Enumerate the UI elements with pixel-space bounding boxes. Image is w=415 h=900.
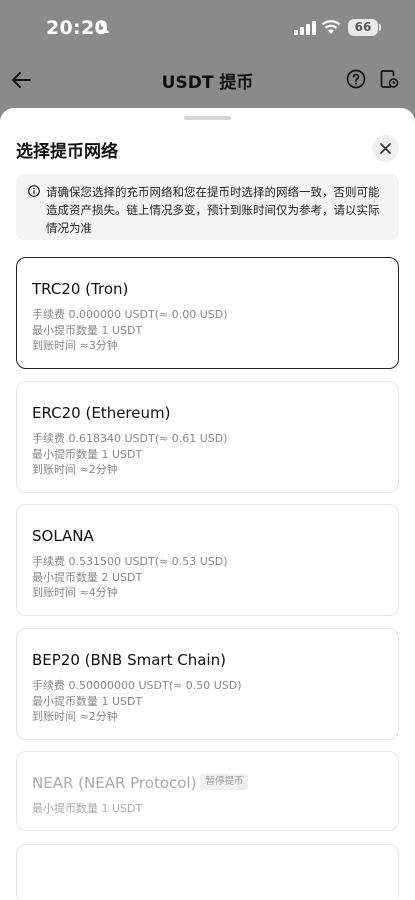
battery-indicator: 66 [348,19,378,36]
network-eta: 到账时间 ≈2分钟 [32,710,118,723]
sheet-title: 选择提币网络 [16,142,118,162]
status-bar: 20:20 66 [0,0,415,56]
network-option-erc20[interactable]: ERC20 (Ethereum) 手续费 0.618340 USDT(≈ 0.6… [16,381,399,493]
person-icon [98,21,109,33]
network-fee: 手续费 0.531500 USDT(≈ 0.53 USD) [32,555,228,568]
network-name: BEP20 (BNB Smart Chain) [32,651,226,669]
network-name: NEAR (NEAR Protocol) 暂停提币 [32,771,398,795]
network-fee: 手续费 0.618340 USDT(≈ 0.61 USD) [32,432,228,445]
network-fee: 手续费 0.000000 USDT(≈ 0.00 USD) [32,308,228,321]
network-option-partial[interactable] [16,844,399,900]
close-icon [380,143,391,154]
network-option-bep20[interactable]: BEP20 (BNB Smart Chain) 手续费 0.50000000 U… [16,628,399,740]
network-min-withdrawal: 最小提币数量 2 USDT [32,570,143,584]
network-name: ERC20 (Ethereum) [32,404,171,422]
network-option-trc20[interactable]: TRC20 (Tron) 手续费 0.000000 USDT(≈ 0.00 US… [16,257,399,369]
wifi-icon [321,20,341,34]
network-fee: 手续费 0.50000000 USDT(≈ 0.50 USD) [32,679,242,692]
info-icon [28,185,40,197]
network-select-sheet: 选择提币网络 请确保您选择的充币网络和您在提币时选择的网络一致，否则可能造成资产… [0,108,415,900]
question-icon[interactable] [346,69,366,89]
network-min-withdrawal: 最小提币数量 1 USDT [32,447,143,461]
history-icon[interactable] [379,69,399,89]
network-min-withdrawal: 最小提币数量 1 USDT [32,802,143,815]
network-name-text: NEAR (NEAR Protocol) [32,774,197,792]
nav-bar: USDT 提币 [0,56,415,106]
notice-box: 请确保您选择的充币网络和您在提币时选择的网络一致，否则可能造成资产损失。链上情况… [16,174,399,240]
network-eta: 到账时间 ≈3分钟 [32,339,118,352]
network-min-withdrawal: 最小提币数量 1 USDT [32,694,143,708]
close-button[interactable] [372,135,399,162]
network-min-withdrawal: 最小提币数量 1 USDT [32,323,143,337]
network-eta: 到账时间 ≈2分钟 [32,463,118,476]
notice-text: 请确保您选择的充币网络和您在提币时选择的网络一致，否则可能造成资产损失。链上情况… [46,185,380,235]
network-name: TRC20 (Tron) [32,280,129,298]
network-name: SOLANA [32,527,94,545]
battery-nub [379,24,381,31]
network-eta: 到账时间 ≈4分钟 [32,586,118,599]
drag-handle[interactable] [184,116,231,120]
suspended-badge: 暂停提币 [200,773,249,790]
network-option-near: NEAR (NEAR Protocol) 暂停提币 最小提币数量 1 USDT [16,751,399,831]
network-option-solana[interactable]: SOLANA 手续费 0.531500 USDT(≈ 0.53 USD) 最小提… [16,504,399,616]
signal-icon [294,21,316,35]
